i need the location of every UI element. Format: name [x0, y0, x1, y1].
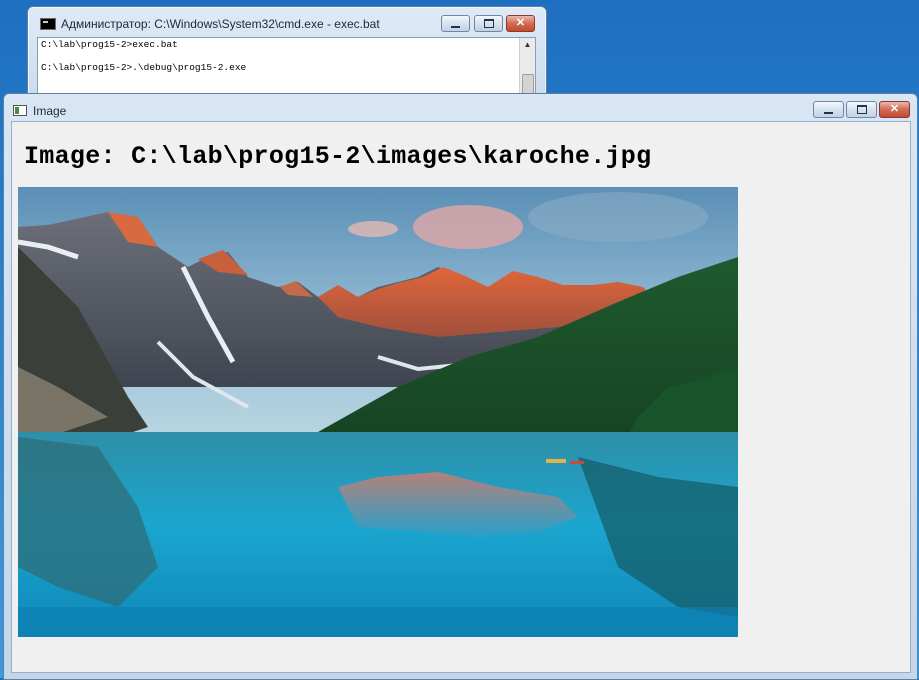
window-icon [13, 105, 27, 116]
minimize-icon [824, 111, 833, 114]
image-caption: Image: C:\lab\prog15-2\images\karoche.jp… [24, 142, 652, 171]
image-close-button[interactable]: ✕ [879, 101, 910, 118]
image-window-title: Image [33, 104, 67, 118]
cmd-close-button[interactable]: ✕ [506, 15, 535, 32]
cmd-maximize-button[interactable] [474, 15, 503, 32]
cmd-window-title: Администратор: C:\Windows\System32\cmd.e… [61, 17, 380, 31]
cmd-minimize-button[interactable] [441, 15, 470, 32]
image-client-area: Image: C:\lab\prog15-2\images\karoche.jp… [11, 121, 911, 673]
console-line: C:\lab\prog15-2>.\debug\prog15-2.exe [41, 62, 247, 73]
image-minimize-button[interactable] [813, 101, 844, 118]
maximize-icon [856, 105, 867, 114]
image-maximize-button[interactable] [846, 101, 877, 118]
console-icon [40, 18, 56, 30]
image-window[interactable]: Image ✕ Image: C:\lab\prog15-2\images\ka… [3, 93, 918, 680]
maximize-icon [483, 19, 494, 28]
minimize-icon [451, 25, 460, 28]
cmd-titlebar[interactable]: Администратор: C:\Windows\System32\cmd.e… [28, 7, 546, 37]
console-line: C:\lab\prog15-2>exec.bat [41, 39, 178, 50]
mountain-lake-photo [18, 187, 738, 637]
scroll-up-icon[interactable]: ▲ [520, 40, 535, 52]
close-icon: ✕ [515, 17, 526, 29]
image-titlebar[interactable]: Image ✕ [4, 94, 917, 121]
close-icon: ✕ [889, 103, 900, 115]
